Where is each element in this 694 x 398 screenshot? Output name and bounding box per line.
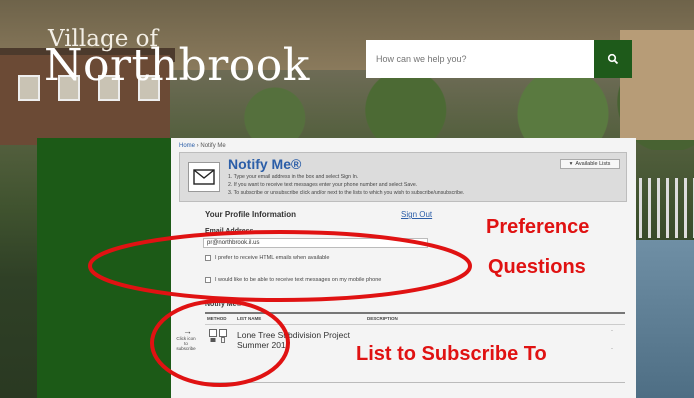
search-icon [607,53,619,65]
logo-northbrook[interactable]: Northbrook [44,40,310,91]
annotation-preference-line2: Questions [488,256,586,278]
html-email-label: I prefer to receive HTML emails when ava… [215,255,330,261]
chevron-down-icon: ▾ [569,161,573,167]
sms-checkbox[interactable] [205,277,211,283]
table-header-rule [205,324,625,325]
table-bottom-rule [205,382,625,383]
column-list-name: LIST NAME [237,316,262,321]
sms-label: I would like to be able to receive text … [215,277,382,283]
arrow-icon: → [183,326,192,336]
email-subscribe-icon[interactable] [209,329,217,342]
lists-divider [205,312,625,314]
sign-out-link[interactable]: Sign Out [401,210,432,219]
profile-title: Your Profile Information [205,210,296,219]
annotation-list-label: List to Subscribe To [356,343,547,365]
email-label: Email Address [205,228,254,235]
notify-header: Notify Me® 1. Type your email address in… [179,152,627,202]
left-sidebar [37,138,171,398]
notify-title: Notify Me® [228,156,302,172]
fence [630,178,694,238]
email-field[interactable]: pr@northbrook.il.us [203,238,428,248]
row-dot: · [611,346,613,352]
water [630,240,694,398]
instruction-2: 2. If you want to receive text messages … [228,182,418,188]
html-email-checkbox[interactable] [205,255,211,261]
instruction-3: 3. To subscribe or unsubscribe click and… [228,190,465,196]
column-description: DESCRIPTION [367,316,398,321]
sms-subscribe-icon[interactable] [219,329,227,343]
list-item-name[interactable]: Lone Tree Subdivision Project Summer 201… [237,330,357,350]
window [18,75,40,101]
column-method: METHOD [207,316,227,321]
click-note: Click icon to subscribe [176,336,196,351]
envelope-icon [188,162,220,192]
instruction-1: 1. Type your email address in the box an… [228,174,359,180]
annotation-preference-line1: Preference [486,216,590,238]
breadcrumb-current: Notify Me [200,143,226,149]
search-input[interactable] [366,40,594,78]
breadcrumb-home[interactable]: Home [179,143,195,149]
lists-title: Notify Me® [205,301,242,308]
search-button[interactable] [594,40,632,78]
available-lists-label: Available Lists [575,161,611,167]
available-lists-button[interactable]: ▾ Available Lists [560,159,620,169]
breadcrumb: Home › Notify Me [179,143,226,149]
row-dot: · [611,328,613,334]
